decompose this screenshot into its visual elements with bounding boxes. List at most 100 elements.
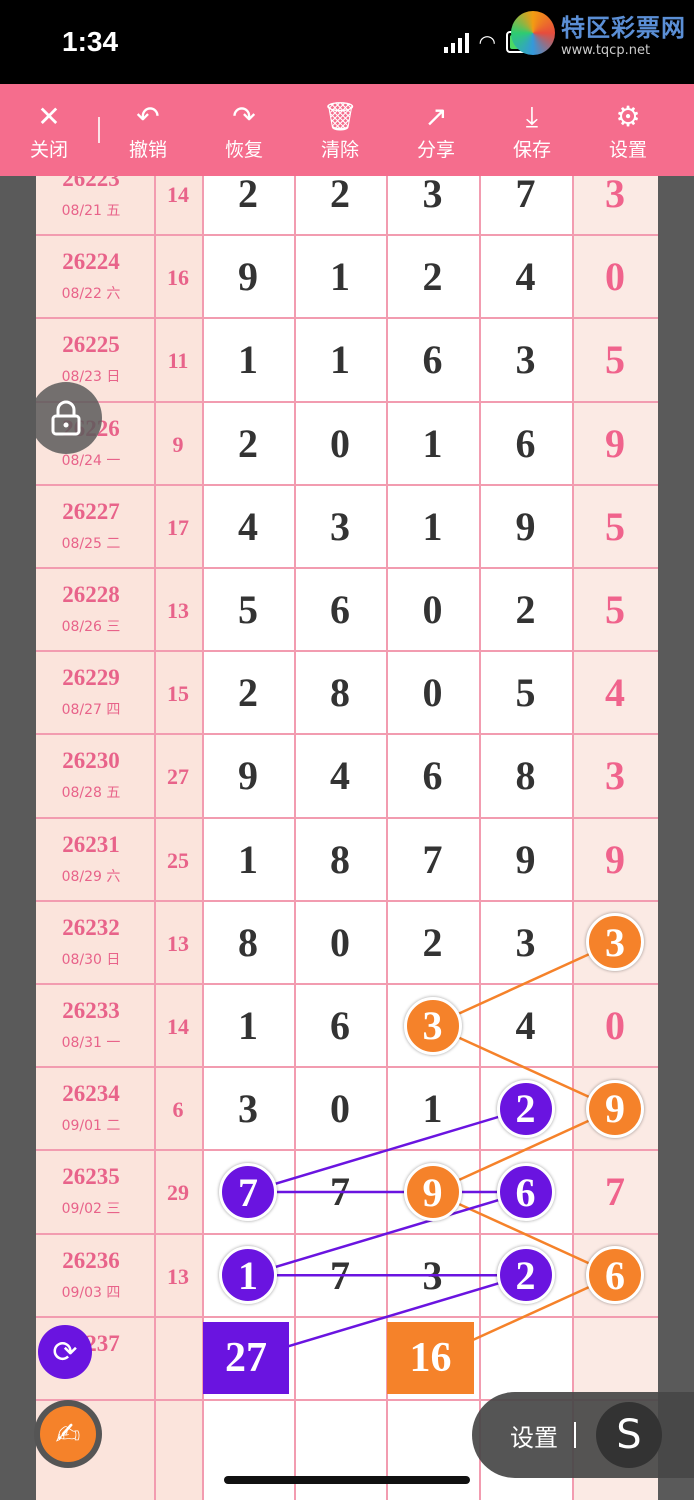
digit-cell[interactable]: 7 bbox=[386, 836, 479, 883]
lottery-trend-sheet[interactable]: 26223 08/21 五 14 2 2 3 7 3 26224 08/22 六 16 9 1 2 4 0 26… bbox=[36, 176, 658, 1500]
digit-cell[interactable]: 1 bbox=[294, 253, 386, 300]
last-digit-cell[interactable]: 7 bbox=[572, 1168, 658, 1215]
floating-settings: 设置 S bbox=[472, 1392, 694, 1478]
issue-date: 08/27 四 bbox=[61, 702, 121, 719]
last-digit-cell[interactable]: 9 bbox=[572, 836, 658, 883]
digit-cell[interactable]: 3 bbox=[479, 919, 572, 966]
digit-cell[interactable]: 3 bbox=[202, 1085, 294, 1132]
last-digit-cell[interactable]: 5 bbox=[572, 503, 658, 550]
digit-cell[interactable]: 0 bbox=[294, 420, 386, 467]
digit-cell[interactable]: 2 bbox=[386, 919, 479, 966]
digit-cell[interactable]: 9 bbox=[479, 836, 572, 883]
issue-number: 26233 bbox=[62, 998, 120, 1023]
last-digit-cell[interactable]: 3 bbox=[572, 752, 658, 799]
digit-cell[interactable]: 2 bbox=[294, 176, 386, 217]
digit-cell[interactable]: 9 bbox=[479, 503, 572, 550]
digit-cell[interactable]: 1 bbox=[294, 336, 386, 383]
last-digit-cell[interactable]: 0 bbox=[572, 1002, 658, 1049]
digit-cell[interactable]: 5 bbox=[202, 586, 294, 633]
prediction-box[interactable]: 16 bbox=[387, 1322, 474, 1395]
purple-ball-mark[interactable]: 6 bbox=[496, 1163, 555, 1221]
share-button[interactable]: ↗ 分享 bbox=[388, 99, 484, 162]
digit-cell[interactable]: 9 bbox=[202, 752, 294, 799]
last-digit-cell[interactable]: 9 bbox=[572, 420, 658, 467]
digit-cell[interactable]: 3 bbox=[294, 503, 386, 550]
digit-cell[interactable]: 6 bbox=[479, 420, 572, 467]
last-digit-cell[interactable]: 4 bbox=[572, 669, 658, 716]
purple-ball-mark[interactable]: 2 bbox=[496, 1246, 555, 1305]
redo-button[interactable]: ↷ 恢复 bbox=[196, 99, 292, 162]
settings-label: 设置 bbox=[608, 138, 647, 161]
digit-cell[interactable]: 1 bbox=[386, 503, 479, 550]
floating-settings-button[interactable]: 设置 bbox=[510, 1418, 558, 1453]
refresh-button[interactable]: ⟳ bbox=[38, 1325, 92, 1379]
digit-cell[interactable]: 0 bbox=[294, 919, 386, 966]
purple-ball-mark[interactable]: 1 bbox=[219, 1246, 277, 1305]
digit-cell[interactable]: 6 bbox=[386, 336, 479, 383]
s-button[interactable]: S bbox=[596, 1402, 662, 1468]
purple-ball-mark[interactable]: 2 bbox=[496, 1079, 555, 1138]
settings-button[interactable]: ⚙ 设置 bbox=[580, 99, 676, 162]
save-button[interactable]: ⤓ 保存 bbox=[484, 99, 580, 162]
digit-cell[interactable]: 4 bbox=[294, 752, 386, 799]
issue-number: 26234 bbox=[62, 1081, 120, 1107]
digit-cell[interactable]: 7 bbox=[294, 1252, 386, 1299]
clear-button[interactable]: 🗑 清除 bbox=[292, 99, 388, 162]
digit-cell[interactable]: 3 bbox=[386, 176, 479, 217]
digit-cell[interactable]: 3 bbox=[386, 1252, 479, 1299]
digit-cell[interactable]: 8 bbox=[294, 669, 386, 716]
orange-ball-mark[interactable]: 6 bbox=[586, 1246, 644, 1305]
digit-cell[interactable]: 0 bbox=[386, 586, 479, 633]
sum-value: 13 bbox=[167, 1263, 189, 1289]
digit-cell[interactable]: 3 bbox=[479, 336, 572, 383]
digit-cell[interactable]: 7 bbox=[294, 1168, 386, 1215]
close-label: 关闭 bbox=[29, 138, 68, 161]
pen-button[interactable]: ✍ bbox=[34, 1400, 102, 1468]
digit-cell[interactable]: 8 bbox=[479, 752, 572, 799]
grid-row-line bbox=[36, 650, 658, 653]
close-button[interactable]: ✕ 关闭 bbox=[0, 99, 98, 162]
last-digit-cell[interactable]: 5 bbox=[572, 336, 658, 383]
prediction-box[interactable]: 27 bbox=[203, 1322, 289, 1395]
digit-cell[interactable]: 8 bbox=[202, 919, 294, 966]
digit-cell[interactable]: 6 bbox=[294, 1002, 386, 1049]
digit-cell[interactable]: 2 bbox=[202, 420, 294, 467]
issue-number: 26231 bbox=[62, 831, 120, 857]
issue-date: 08/24 一 bbox=[61, 452, 121, 469]
digit-cell[interactable]: 7 bbox=[479, 176, 572, 217]
digit-cell[interactable]: 1 bbox=[386, 420, 479, 467]
digit-cell[interactable]: 9 bbox=[202, 253, 294, 300]
last-digit-cell[interactable]: 0 bbox=[572, 253, 658, 300]
digit-cell[interactable]: 6 bbox=[294, 586, 386, 633]
digit-cell[interactable]: 6 bbox=[386, 752, 479, 799]
digit-cell[interactable]: 0 bbox=[386, 669, 479, 716]
lock-button[interactable] bbox=[30, 382, 102, 454]
digit-cell[interactable]: 1 bbox=[202, 336, 294, 383]
digit-cell[interactable]: 0 bbox=[294, 1085, 386, 1132]
digit-cell[interactable]: 5 bbox=[479, 669, 572, 716]
orange-ball-mark[interactable]: 3 bbox=[403, 996, 462, 1055]
share-icon: ↗ bbox=[424, 99, 448, 133]
digit-cell[interactable]: 1 bbox=[202, 1002, 294, 1049]
undo-button[interactable]: ↶ 撤销 bbox=[100, 99, 196, 162]
digit-cell[interactable]: 4 bbox=[202, 503, 294, 550]
digit-cell[interactable]: 2 bbox=[479, 586, 572, 633]
issue-date: 08/21 五 bbox=[61, 203, 121, 219]
issue-date: 08/29 六 bbox=[61, 868, 121, 885]
digit-cell[interactable]: 1 bbox=[202, 836, 294, 883]
digit-cell[interactable]: 2 bbox=[386, 253, 479, 300]
digit-cell[interactable]: 4 bbox=[479, 253, 572, 300]
digit-cell[interactable]: 4 bbox=[479, 1002, 572, 1049]
sum-value: 29 bbox=[167, 1180, 189, 1206]
last-digit-cell[interactable]: 3 bbox=[572, 176, 658, 217]
orange-ball-mark[interactable]: 3 bbox=[586, 913, 644, 972]
digit-cell[interactable]: 2 bbox=[202, 176, 294, 217]
digit-cell[interactable]: 2 bbox=[202, 669, 294, 716]
last-digit-cell[interactable]: 5 bbox=[572, 586, 658, 633]
orange-ball-mark[interactable]: 9 bbox=[586, 1079, 644, 1138]
orange-ball-mark[interactable]: 9 bbox=[403, 1163, 462, 1221]
purple-ball-mark[interactable]: 7 bbox=[219, 1163, 277, 1221]
digit-cell[interactable]: 1 bbox=[386, 1085, 479, 1132]
digit-cell[interactable]: 8 bbox=[294, 836, 386, 883]
issue-number: 26235 bbox=[62, 1164, 120, 1190]
